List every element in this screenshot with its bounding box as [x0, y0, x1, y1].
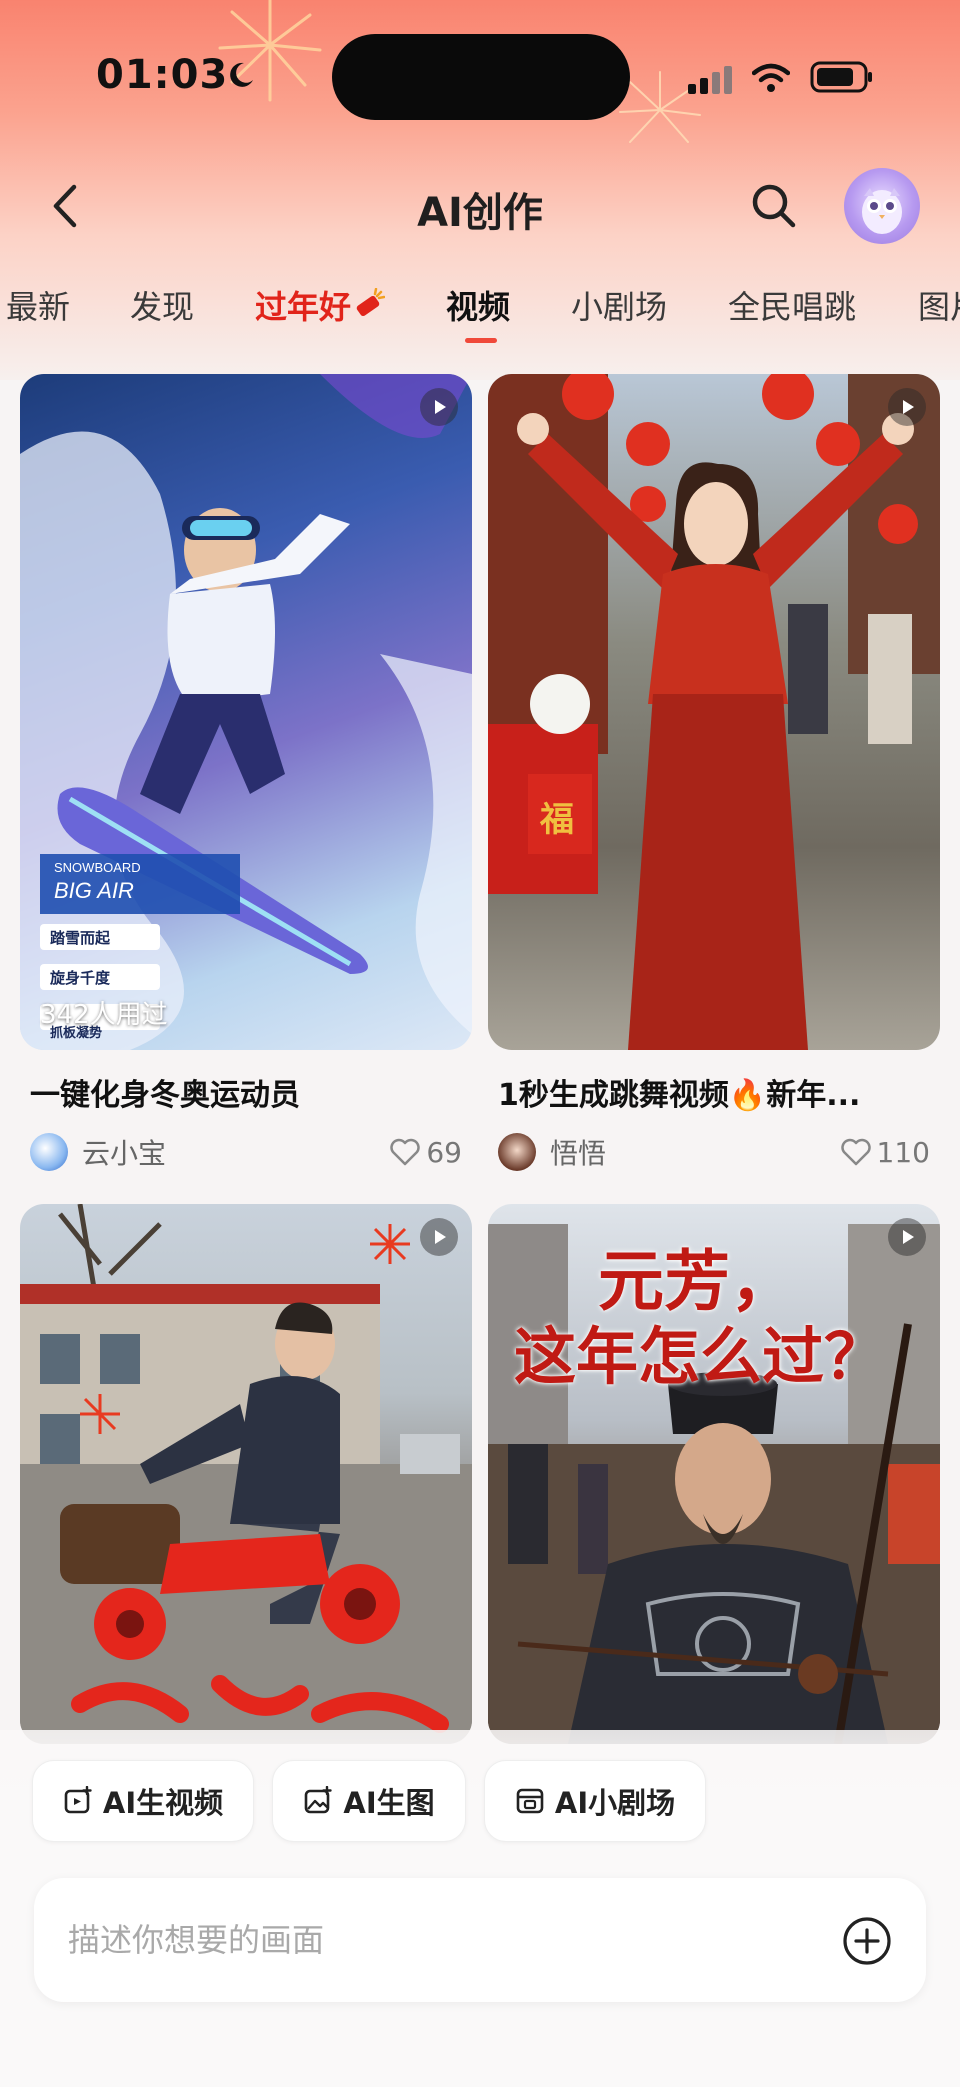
- card-thumbnail: [20, 1204, 472, 1744]
- search-button[interactable]: [748, 180, 800, 232]
- battery-icon: [810, 61, 872, 93]
- card-thumbnail: 福: [488, 374, 940, 1050]
- card-thumbnail: 元芳， 这年怎么过？: [488, 1204, 940, 1744]
- add-button[interactable]: [842, 1916, 892, 1966]
- tab-new-year[interactable]: 过年好: [255, 282, 386, 328]
- like-button[interactable]: 110: [840, 1130, 930, 1174]
- dancer-illustration: [488, 374, 940, 1050]
- video-card[interactable]: 福 1秒生成跳舞视频🔥新年... 悟悟 110: [488, 374, 940, 1174]
- card-thumbnail: SNOWBOARD BIG AIR 踏雪而起 旋身千度 抓板凝势 342人用过: [20, 374, 472, 1050]
- search-icon: [752, 184, 796, 228]
- tab-mini-theater[interactable]: 小剧场: [571, 282, 667, 328]
- signal-icon: [688, 66, 732, 94]
- ai-image-label: AI生图: [343, 1786, 435, 1820]
- author-avatar: [498, 1133, 536, 1171]
- overlay-tag-big: BIG AIR: [54, 878, 134, 903]
- author-avatar: [30, 1133, 68, 1171]
- active-tab-indicator: [465, 338, 497, 343]
- prompt-box: [34, 1878, 926, 2002]
- usage-count: 342人用过: [40, 1000, 168, 1030]
- like-count: 69: [426, 1135, 462, 1169]
- status-bar: 01:03: [0, 0, 960, 150]
- heart-icon: [390, 1138, 421, 1166]
- tab-discover[interactable]: 发现: [130, 282, 194, 328]
- chevron-left-icon: [53, 184, 77, 228]
- video-card[interactable]: 元芳， 这年怎么过？: [488, 1204, 940, 1744]
- poster-headline: 这年怎么过？: [514, 1320, 887, 1393]
- fu-sign: 福: [540, 800, 574, 840]
- status-time: 01:03: [96, 52, 229, 98]
- avatar[interactable]: [844, 168, 920, 244]
- overlay-line: 踏雪而起: [50, 929, 111, 947]
- play-icon: [888, 1218, 926, 1256]
- firecracker-icon: [356, 287, 386, 317]
- like-count: 110: [876, 1135, 930, 1169]
- overlay-tag-small: SNOWBOARD: [54, 860, 141, 875]
- page-title: AI创作: [417, 190, 543, 236]
- dynamic-island: [332, 34, 630, 120]
- ai-theater-label: AI小剧场: [554, 1786, 676, 1820]
- wifi-icon: [752, 63, 790, 92]
- author-name: 悟悟: [550, 1137, 607, 1170]
- video-card[interactable]: [20, 1204, 472, 1744]
- ai-image-button[interactable]: AI生图: [272, 1760, 466, 1842]
- tricycle-rider-illustration: [20, 1204, 472, 1744]
- image-plus-icon: [305, 1786, 333, 1814]
- play-icon: [420, 388, 458, 426]
- prompt-input[interactable]: [68, 1914, 808, 1966]
- tab-video[interactable]: 视频: [446, 282, 510, 328]
- play-icon: [888, 388, 926, 426]
- video-card[interactable]: SNOWBOARD BIG AIR 踏雪而起 旋身千度 抓板凝势 342人用过 …: [20, 374, 472, 1174]
- like-button[interactable]: 69: [390, 1130, 462, 1174]
- owl-avatar-icon: [862, 188, 902, 234]
- card-title: 一键化身冬奥运动员: [30, 1078, 300, 1113]
- card-author[interactable]: 悟悟: [498, 1130, 606, 1174]
- plus-circle-icon: [843, 1917, 891, 1965]
- ai-theater-button[interactable]: AI小剧场: [484, 1760, 706, 1842]
- tab-image[interactable]: 图片: [918, 282, 960, 328]
- video-plus-icon: [64, 1786, 92, 1814]
- theater-icon: [516, 1788, 544, 1814]
- moon-icon: [230, 62, 253, 87]
- card-author[interactable]: 云小宝: [30, 1130, 166, 1174]
- tab-sing-dance[interactable]: 全民唱跳: [728, 282, 856, 328]
- heart-icon: [840, 1138, 871, 1166]
- snowboarder-illustration: [20, 374, 472, 1050]
- ai-video-button[interactable]: AI生视频: [32, 1760, 254, 1842]
- author-name: 云小宝: [82, 1137, 167, 1170]
- tab-latest[interactable]: 最新: [6, 282, 70, 328]
- tab-new-year-label: 过年好: [255, 288, 352, 326]
- play-icon: [420, 1218, 458, 1256]
- overlay-line: 旋身千度: [50, 969, 111, 987]
- ai-video-label: AI生视频: [102, 1786, 224, 1820]
- back-button[interactable]: [40, 178, 90, 234]
- card-title: 1秒生成跳舞视频🔥新年...: [498, 1078, 861, 1113]
